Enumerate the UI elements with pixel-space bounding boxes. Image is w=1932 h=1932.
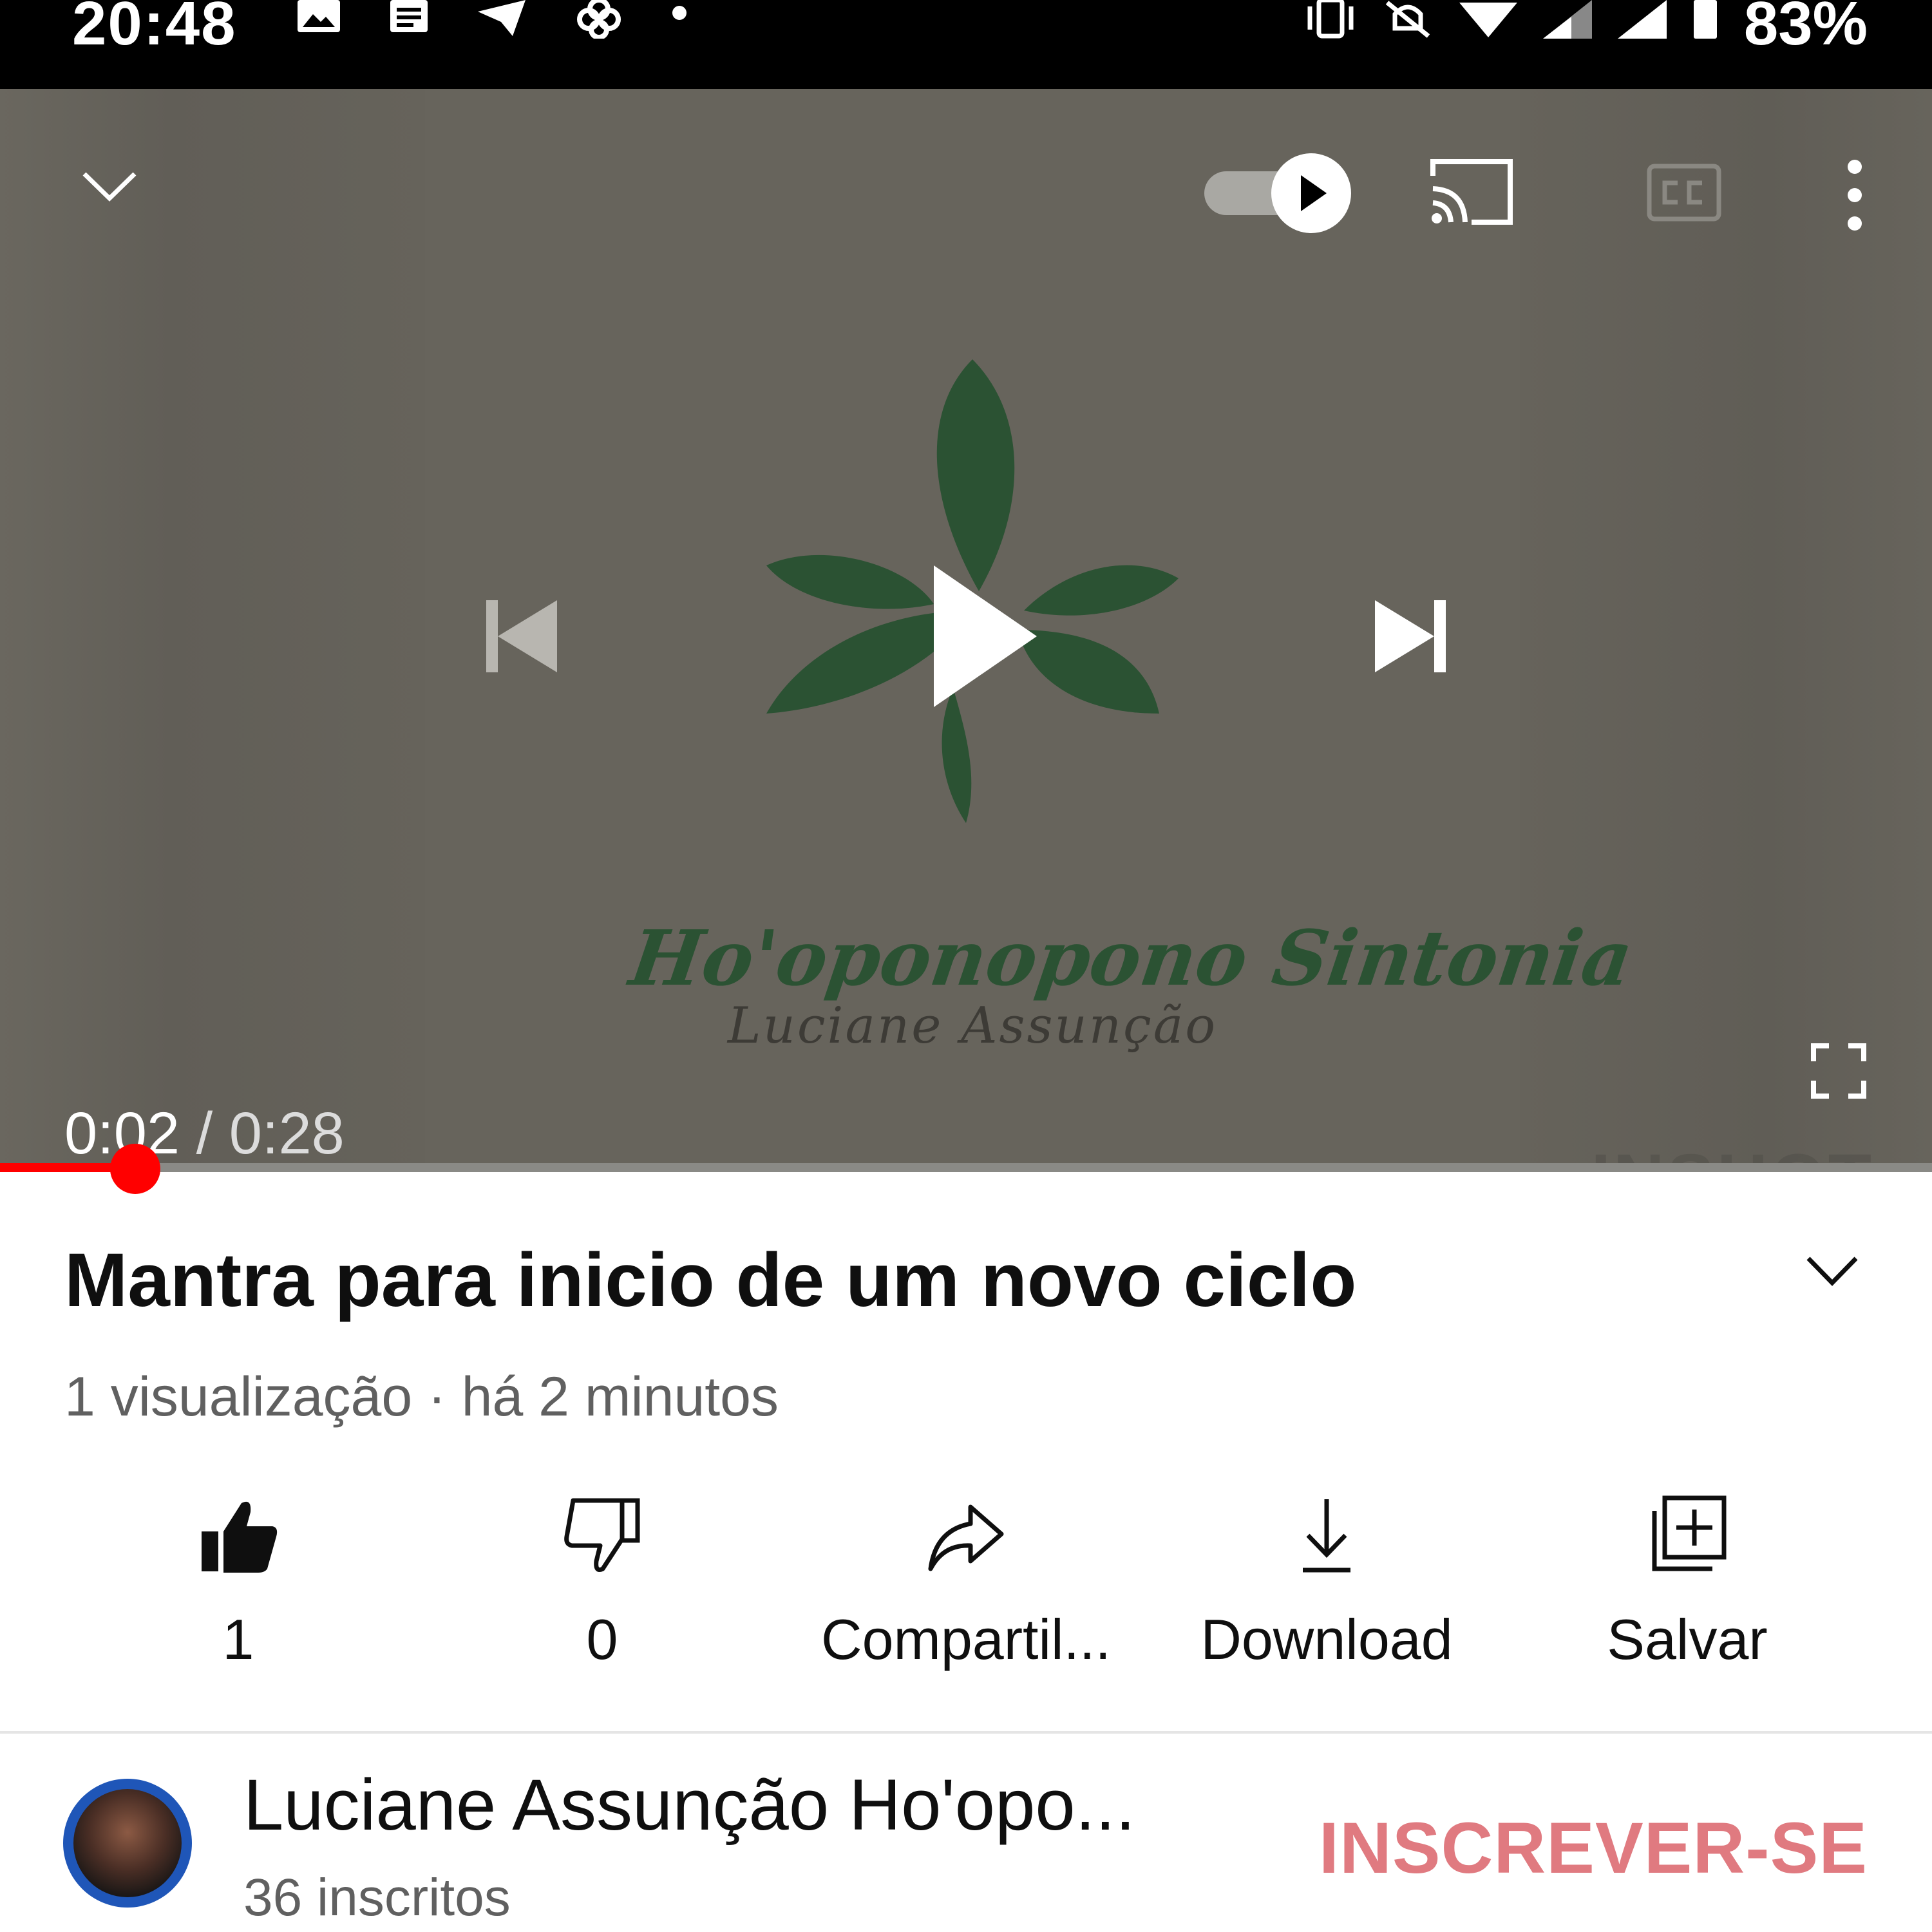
pinwheel-icon xyxy=(577,0,621,39)
fullscreen-button[interactable] xyxy=(1797,1029,1880,1113)
telegram-icon xyxy=(478,0,526,36)
notification-icons xyxy=(296,0,689,45)
battery-icon xyxy=(1693,0,1717,39)
save-label: Salvar xyxy=(1607,1607,1768,1671)
divider xyxy=(0,1731,1932,1734)
download-icon xyxy=(1303,1499,1350,1573)
player-shading-left xyxy=(0,89,425,1168)
battery-percent: 83% xyxy=(1743,0,1868,58)
artwork-author: Luciane Assunção xyxy=(727,997,1218,1055)
save-button[interactable]: Salvar xyxy=(1520,1481,1855,1694)
subscriber-count: 36 inscritos xyxy=(243,1868,511,1927)
expand-description-button[interactable] xyxy=(1803,1249,1861,1294)
like-count: 1 xyxy=(222,1607,254,1671)
wifi-icon xyxy=(1459,3,1517,37)
autoplay-toggle[interactable] xyxy=(1198,147,1352,237)
autoplay-switch-icon xyxy=(1204,153,1351,233)
status-time: 20:48 xyxy=(72,0,237,58)
more-vertical-icon xyxy=(1848,160,1862,231)
cast-button[interactable] xyxy=(1423,153,1520,231)
fullscreen-icon xyxy=(1811,1043,1866,1099)
dislike-button[interactable]: 0 xyxy=(435,1481,770,1694)
avatar-photo xyxy=(73,1789,182,1897)
video-title[interactable]: Mantra para inicio de um novo ciclo xyxy=(64,1236,1356,1324)
play-icon xyxy=(934,565,1037,707)
gallery-icon xyxy=(298,0,340,32)
share-icon xyxy=(928,1504,1004,1571)
video-meta: 1 visualização · há 2 minutos xyxy=(64,1366,779,1428)
signal-2-icon xyxy=(1617,0,1667,39)
thumbs-down-icon xyxy=(564,1498,640,1572)
download-button[interactable]: Download xyxy=(1159,1481,1494,1694)
dislike-count: 0 xyxy=(586,1607,618,1671)
next-button[interactable] xyxy=(1359,585,1462,688)
action-bar: 1 0 Compartil... Download Salvar xyxy=(0,1481,1932,1694)
seek-bar[interactable] xyxy=(0,1144,1932,1194)
chevron-down-icon xyxy=(82,172,137,202)
share-label: Compartil... xyxy=(821,1607,1111,1671)
minimize-button[interactable] xyxy=(71,153,148,218)
status-bar: 20:48 83% xyxy=(0,0,1932,89)
channel-avatar[interactable] xyxy=(63,1779,192,1908)
captions-button[interactable] xyxy=(1642,153,1726,231)
skip-previous-icon xyxy=(486,600,557,672)
add-to-playlist-icon xyxy=(1652,1495,1727,1571)
document-icon xyxy=(390,0,428,32)
vibrate-icon xyxy=(1307,0,1354,39)
youtube-watch-screen: 20:48 83% Ho'oponopono Sintonia Luciane … xyxy=(0,0,1932,1932)
share-button[interactable]: Compartil... xyxy=(799,1481,1133,1694)
skip-next-icon xyxy=(1375,600,1446,672)
seek-bar-scrubber[interactable] xyxy=(110,1144,160,1194)
download-label: Download xyxy=(1200,1607,1453,1671)
thumbs-up-filled-icon xyxy=(202,1501,278,1573)
previous-button[interactable] xyxy=(470,585,573,688)
alarm-off-icon xyxy=(1385,1,1430,38)
more-notifications-dot-icon xyxy=(672,6,687,20)
cast-icon xyxy=(1430,159,1513,225)
signal-1-icon xyxy=(1542,0,1592,39)
like-button[interactable]: 1 xyxy=(71,1481,406,1694)
subscribe-button[interactable]: INSCREVER-SE xyxy=(1319,1806,1868,1889)
chevron-down-icon xyxy=(1806,1256,1858,1287)
more-options-button[interactable] xyxy=(1829,153,1880,237)
channel-name[interactable]: Luciane Assunção Ho'opo... xyxy=(243,1763,1135,1846)
time-separator: / xyxy=(180,1101,229,1166)
play-button[interactable] xyxy=(902,553,1056,720)
closed-captions-icon xyxy=(1647,164,1721,222)
duration: 0:28 xyxy=(229,1101,345,1166)
player-shading-right xyxy=(1520,89,1932,1168)
playback-time: 0:02 / 0:28 xyxy=(64,1100,345,1168)
artwork-script-title: Ho'oponopono Sintonia xyxy=(625,913,1638,1003)
video-player[interactable]: Ho'oponopono Sintonia Luciane Assunção 0… xyxy=(0,89,1932,1168)
system-status-icons: 83% xyxy=(1305,0,1868,58)
